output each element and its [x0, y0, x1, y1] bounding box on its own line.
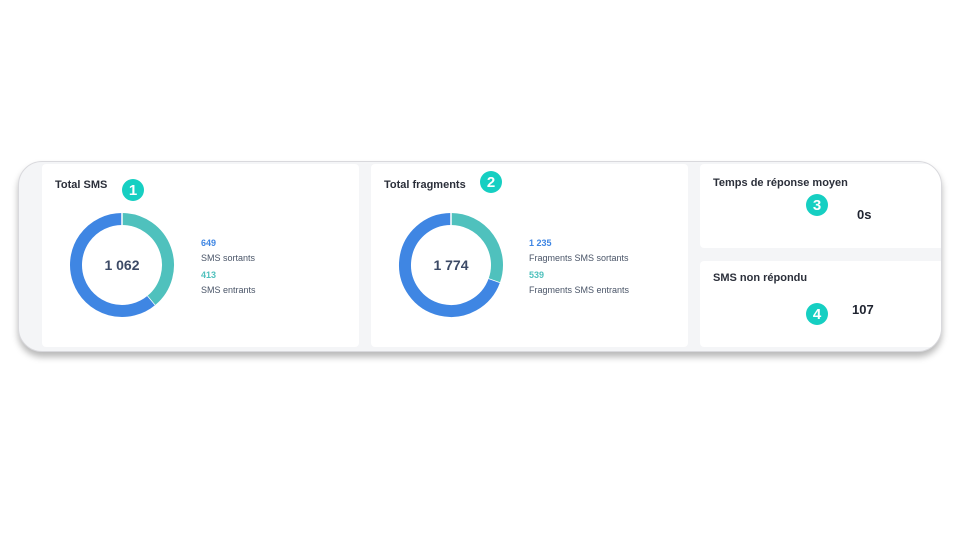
unanswered-sms-value: 107: [852, 302, 874, 317]
total-sms-card: Total SMS 1 062 649 SMS sortants 413 SMS…: [42, 164, 359, 347]
fragments-incoming-value: 539: [529, 270, 545, 280]
sms-incoming-label: SMS entrants: [201, 285, 256, 295]
total-sms-title: Total SMS: [55, 179, 108, 191]
step-badge-3: 3: [806, 194, 828, 216]
response-time-title: Temps de réponse moyen: [713, 177, 848, 189]
total-fragments-count: 1 774: [433, 257, 469, 273]
total-sms-legend: 649 SMS sortants 413 SMS entrants: [201, 236, 256, 300]
unanswered-sms-title: SMS non répondu: [713, 272, 808, 284]
step-badge-4: 4: [806, 303, 828, 325]
step-badge-1: 1: [122, 179, 144, 201]
sms-outgoing-label: SMS sortants: [201, 253, 256, 263]
total-sms-donut: 1 062: [67, 210, 177, 320]
fragments-incoming-label: Fragments SMS entrants: [529, 285, 630, 295]
fragments-outgoing-label: Fragments SMS sortants: [529, 253, 629, 263]
total-sms-count: 1 062: [104, 257, 140, 273]
fragments-outgoing-value: 1 235: [529, 238, 552, 248]
stats-panel: Total SMS 1 062 649 SMS sortants 413 SMS…: [18, 161, 942, 352]
step-badge-2: 2: [480, 171, 502, 193]
total-fragments-donut: 1 774: [396, 210, 506, 320]
sms-incoming-value: 413: [201, 270, 217, 280]
response-time-value: 0s: [857, 207, 872, 222]
total-fragments-title: Total fragments: [384, 179, 466, 191]
total-fragments-legend: 1 235 Fragments SMS sortants 539 Fragmen…: [529, 236, 629, 300]
total-fragments-card: Total fragments 1 774 1 235 Fragments SM…: [371, 164, 688, 347]
sms-outgoing-value: 649: [201, 238, 217, 248]
